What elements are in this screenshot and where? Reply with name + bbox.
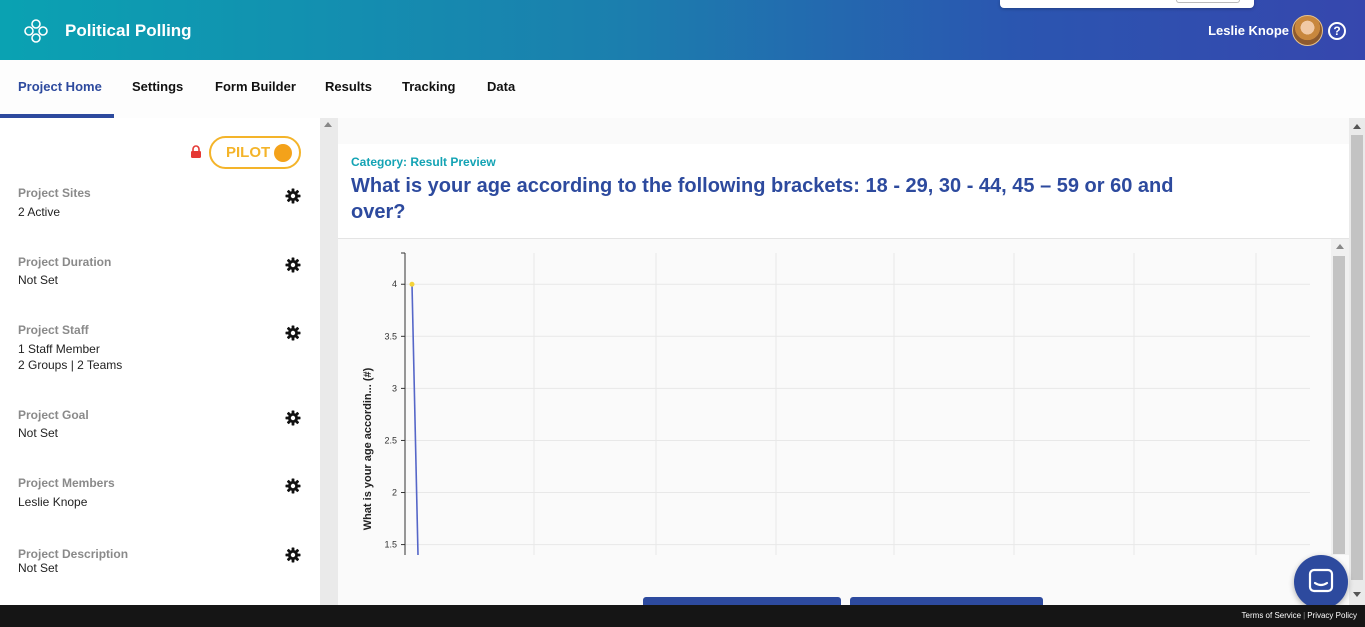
chart-scroll-up-icon[interactable] <box>1336 244 1344 249</box>
chart-y-tick-label: 4 <box>392 279 397 289</box>
chart-data-point[interactable] <box>409 281 415 287</box>
chart-y-tick-label: 2.5 <box>384 435 397 445</box>
project-goal-value: Not Set <box>18 426 59 440</box>
chat-launcher-button[interactable] <box>1294 555 1348 609</box>
project-staff-gear-icon[interactable] <box>285 325 301 341</box>
project-members-label: Project Members <box>18 476 115 490</box>
action-button-2[interactable] <box>850 597 1043 605</box>
help-icon[interactable]: ? <box>1328 22 1346 40</box>
project-staff-value: 1 Staff Member <box>18 342 100 356</box>
page-scroll-up-icon[interactable] <box>1353 124 1361 129</box>
chart-y-axis-label: What is your age accordin... (#) <box>362 367 374 530</box>
chart-scroll-thumb[interactable] <box>1333 256 1345 554</box>
page-footer: Terms of Service | Privacy Policy <box>0 605 1365 627</box>
user-avatar[interactable] <box>1292 15 1323 46</box>
chart-y-axis: 4 3.5 3 2.5 2 1.5 <box>384 252 406 555</box>
project-sites-value: 2 Active <box>18 205 61 219</box>
terms-of-service-link[interactable]: Terms of Service <box>1242 611 1302 620</box>
project-members-value: Leslie Knope <box>18 495 88 509</box>
pilot-toggle[interactable]: PILOT <box>209 136 301 169</box>
project-goal-gear-icon[interactable] <box>285 410 301 426</box>
project-duration-gear-icon[interactable] <box>285 257 301 273</box>
pilot-label: PILOT <box>226 144 271 161</box>
main-content: Category: Result Preview What is your ag… <box>338 118 1349 605</box>
project-goal-label: Project Goal <box>18 408 89 422</box>
pilot-toggle-knob <box>274 144 292 162</box>
chat-icon <box>1308 568 1334 593</box>
page-scrollbar[interactable] <box>1349 118 1365 605</box>
project-staff-label: Project Staff <box>18 323 89 337</box>
project-description-gear-icon[interactable] <box>285 547 301 563</box>
app-title[interactable]: Political Polling <box>65 21 192 41</box>
project-duration-label: Project Duration <box>18 255 112 269</box>
page-scroll-down-icon[interactable] <box>1353 592 1361 597</box>
chart-series <box>409 281 419 555</box>
app-logo-icon[interactable] <box>22 17 50 45</box>
page-scroll-thumb[interactable] <box>1351 135 1363 580</box>
chart-y-tick-label: 3.5 <box>384 331 397 341</box>
dropdown-panel <box>1000 0 1254 8</box>
chart-series-line[interactable] <box>411 284 419 555</box>
tab-project-home[interactable]: Project Home <box>18 79 102 94</box>
project-sites-gear-icon[interactable] <box>285 188 301 204</box>
chart-y-tick-label: 2 <box>392 488 397 498</box>
tab-tracking[interactable]: Tracking <box>402 79 455 94</box>
project-members-gear-icon[interactable] <box>285 478 301 494</box>
chart-grid <box>405 253 1310 555</box>
project-sidebar: PILOT Project Sites 2 Active Project Dur… <box>0 118 320 605</box>
tab-bar: Project Home Settings Form Builder Resul… <box>0 60 1365 118</box>
tab-settings[interactable]: Settings <box>132 79 183 94</box>
chart-scrollbar[interactable] <box>1331 239 1349 555</box>
tab-results[interactable]: Results <box>325 79 372 94</box>
user-name[interactable]: Leslie Knope <box>1208 23 1289 38</box>
project-description-label: Project Description <box>18 547 129 561</box>
line-chart: 4 3.5 3 2.5 2 1.5 What is your age accordin..… <box>362 252 1310 555</box>
question-title: What is your age according to the follow… <box>351 175 1174 223</box>
action-button-1[interactable] <box>643 597 841 605</box>
question-card: Category: Result Preview What is your ag… <box>338 144 1349 239</box>
chart-area: 4 3.5 3 2.5 2 1.5 What is your age accordin..… <box>338 239 1331 605</box>
project-sites-label: Project Sites <box>18 186 91 200</box>
chart-y-tick-label: 1.5 <box>384 540 397 550</box>
privacy-policy-link[interactable]: Privacy Policy <box>1307 611 1357 620</box>
tab-data[interactable]: Data <box>487 79 515 94</box>
chart-y-tick-label: 3 <box>392 383 397 393</box>
app-header: Political Polling Leslie Knope ? <box>0 0 1365 60</box>
content-scrollbar[interactable] <box>320 118 338 605</box>
lock-icon[interactable] <box>189 145 203 158</box>
category-label: Category: Result Preview <box>351 155 496 169</box>
tab-form-builder[interactable]: Form Builder <box>215 79 296 94</box>
scroll-up-arrow-icon[interactable] <box>324 122 332 127</box>
project-description-value: Not Set <box>18 561 59 575</box>
project-staff-groups-value: 2 Groups | 2 Teams <box>18 358 123 372</box>
project-duration-value: Not Set <box>18 273 59 287</box>
